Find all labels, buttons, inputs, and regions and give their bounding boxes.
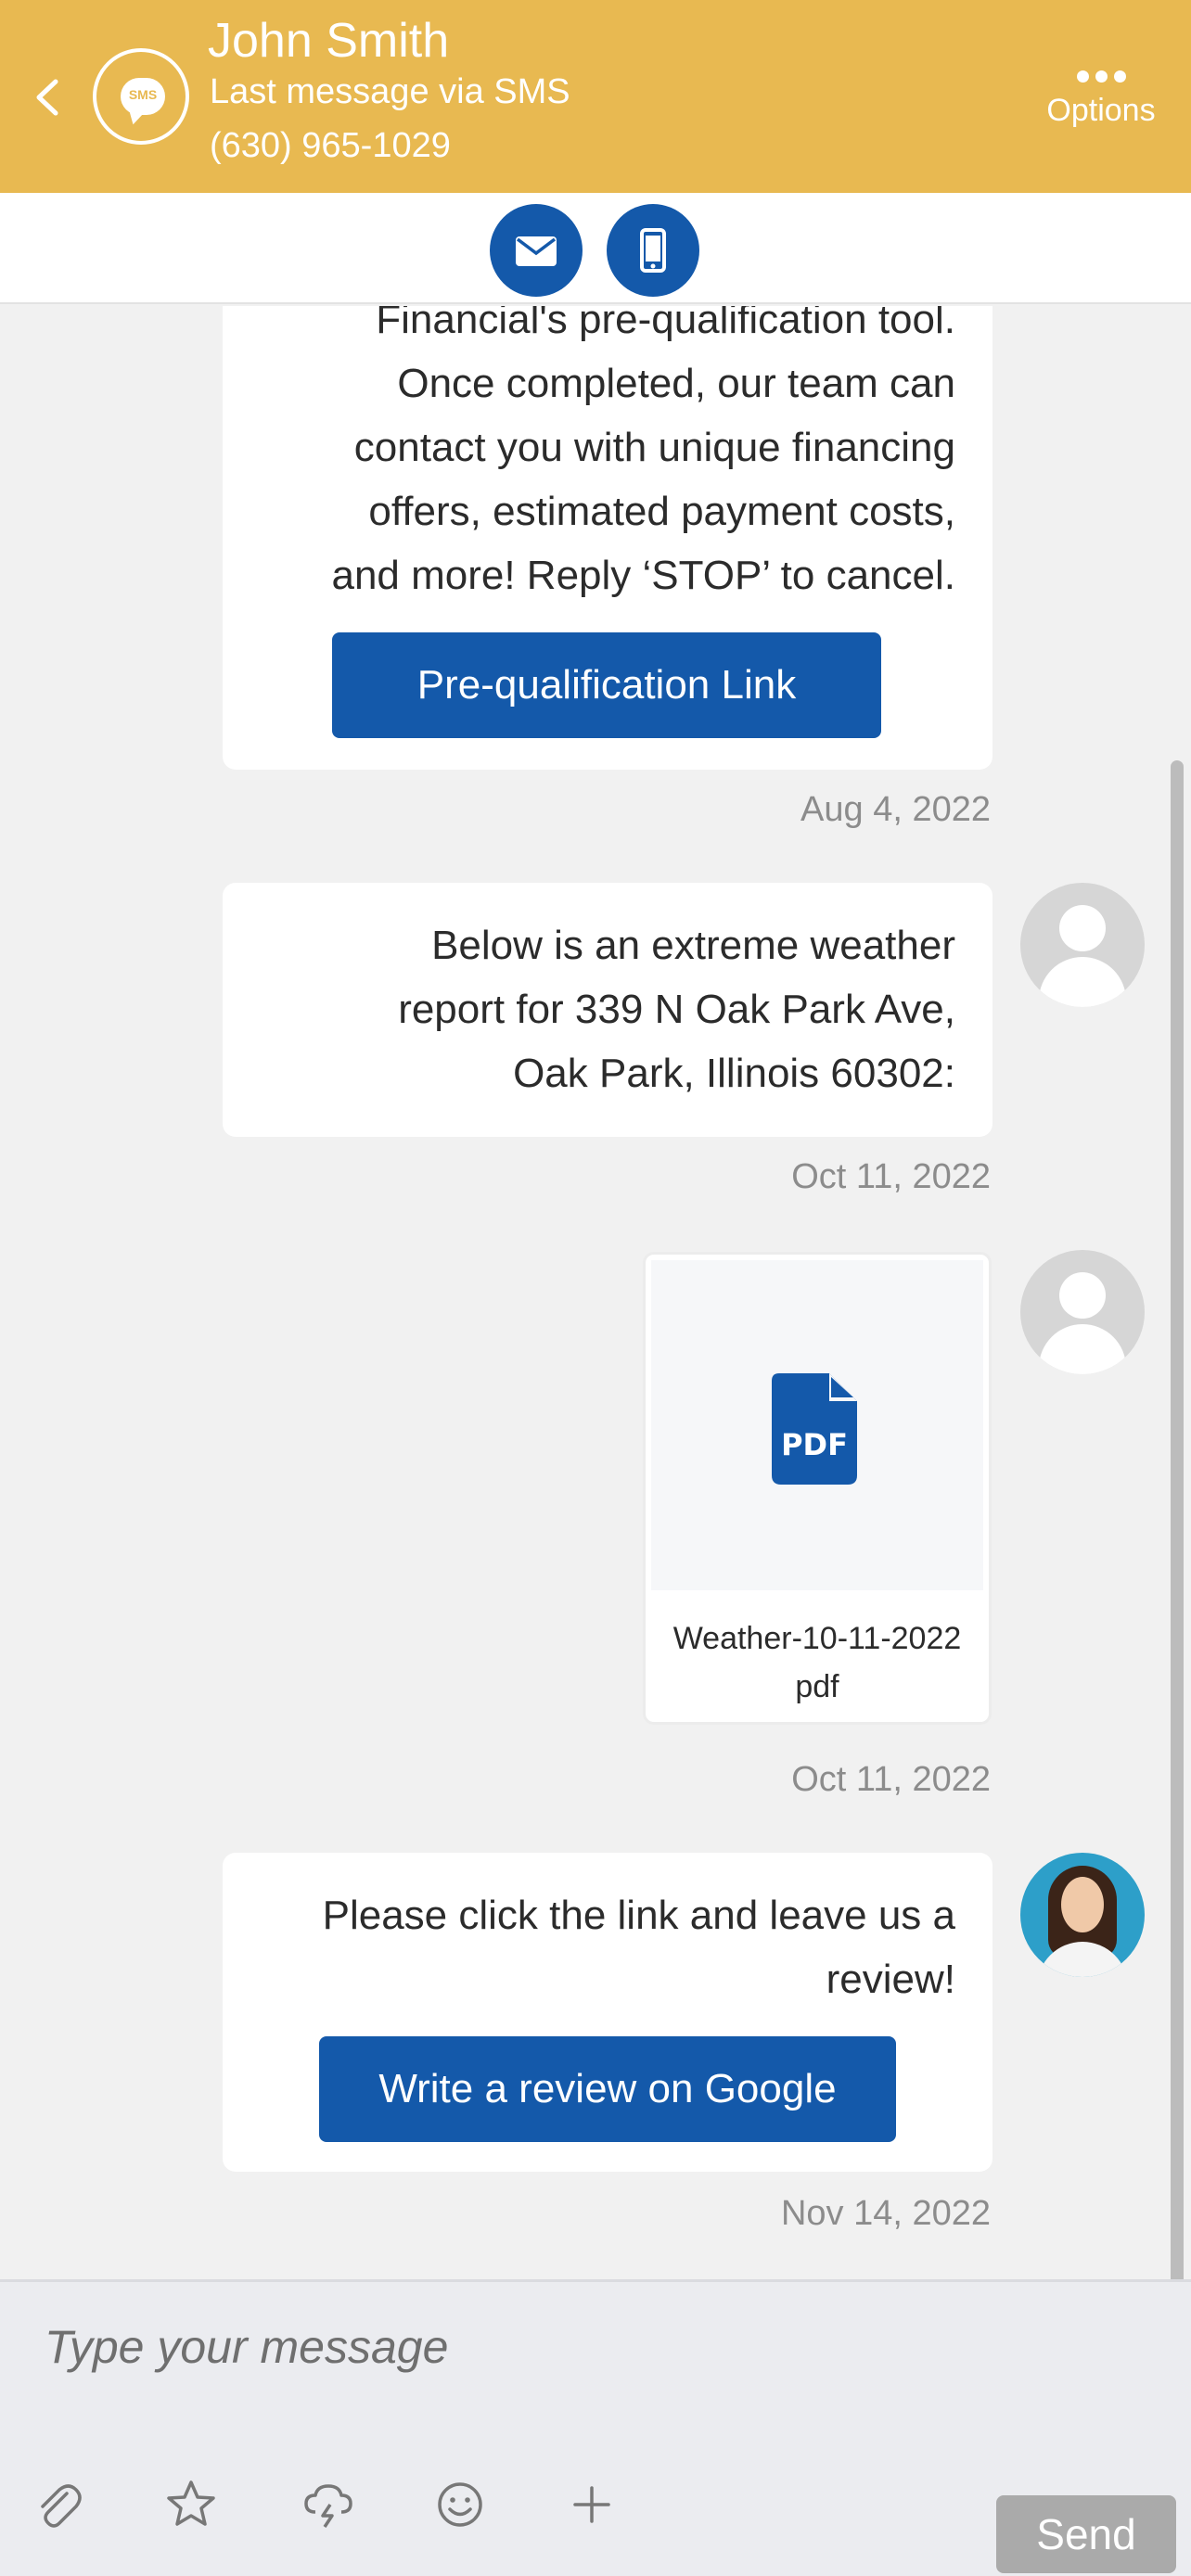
sms-channel-button[interactable] [607,204,699,297]
pdf-file-icon: PDF [772,1373,857,1485]
attachment-name: Weather-10-11-2022 pdf [646,1614,989,1711]
message-line: Oak Park, Illinois 60302: [513,1051,955,1096]
attachment-filename: Weather-10-11-2022 [672,1621,962,1656]
user-avatar [1020,1250,1145,1374]
ellipsis-icon [1031,70,1171,85]
mobile-phone-icon [640,228,666,273]
user-avatar [1020,883,1145,1007]
message-timestamp: Aug 4, 2022 [800,790,991,829]
star-icon[interactable] [163,2477,219,2532]
envelope-icon [516,236,557,266]
message-line: report for 339 N Oak Park Ave, [398,987,955,1032]
chevron-left-icon[interactable] [28,65,65,130]
sms-channel-badge: SMS [93,48,189,145]
message-line: Financial's pre-qualification tool. [376,306,955,342]
contact-name: John Smith [208,14,450,68]
message-timestamp: Oct 11, 2022 [791,1760,991,1799]
sms-badge-text: SMS [128,87,158,102]
pdf-icon-text: PDF [781,1427,848,1462]
send-button[interactable]: Send [996,2495,1176,2573]
message-thread[interactable]: Financial's pre-qualification tool. Once… [0,306,1191,2279]
message-line: Please click the link and leave us a [322,1893,955,1938]
plus-icon[interactable] [564,2477,620,2532]
write-review-google-button[interactable]: Write a review on Google [319,2036,896,2142]
message-composer: Send [0,2279,1191,2576]
message-line: Once completed, our team can [397,361,955,406]
email-channel-button[interactable] [490,204,583,297]
attachment-extension: pdf [795,1669,839,1704]
message-bubble: Please click the link and leave us a rev… [223,1853,992,2172]
message-bubble: Below is an extreme weather report for 3… [223,883,992,1137]
message-input[interactable] [45,2310,972,2384]
options-label: Options [1046,93,1156,128]
options-button[interactable]: Options [1031,70,1171,129]
smiley-icon[interactable] [432,2477,488,2532]
conversation-header: SMS John Smith Last message via SMS (630… [0,0,1191,193]
message-timestamp: Oct 11, 2022 [791,1157,991,1196]
message-line: review! [826,1957,955,2002]
paperclip-icon[interactable] [30,2477,85,2532]
channel-selector [0,193,1191,304]
message-line: and more! Reply ‘STOP’ to cancel. [331,553,955,598]
last-message-channel: Last message via SMS [210,72,570,111]
agent-avatar [1020,1853,1145,1977]
message-bubble: Financial's pre-qualification tool. Once… [223,306,992,770]
pdf-attachment[interactable]: PDF Weather-10-11-2022 pdf [643,1252,992,1725]
contact-phone: (630) 965-1029 [210,126,451,165]
message-timestamp: Nov 14, 2022 [780,2194,991,2233]
message-line: contact you with unique financing [353,425,955,470]
cloud-lightning-icon[interactable] [301,2477,356,2532]
message-line: Below is an extreme weather [431,923,955,968]
thread-scrollbar[interactable] [1171,760,1184,2279]
message-line: offers, estimated payment costs, [368,489,955,534]
attachment-thumbnail: PDF [651,1260,983,1590]
pre-qualification-link-button[interactable]: Pre-qualification Link [332,632,881,738]
